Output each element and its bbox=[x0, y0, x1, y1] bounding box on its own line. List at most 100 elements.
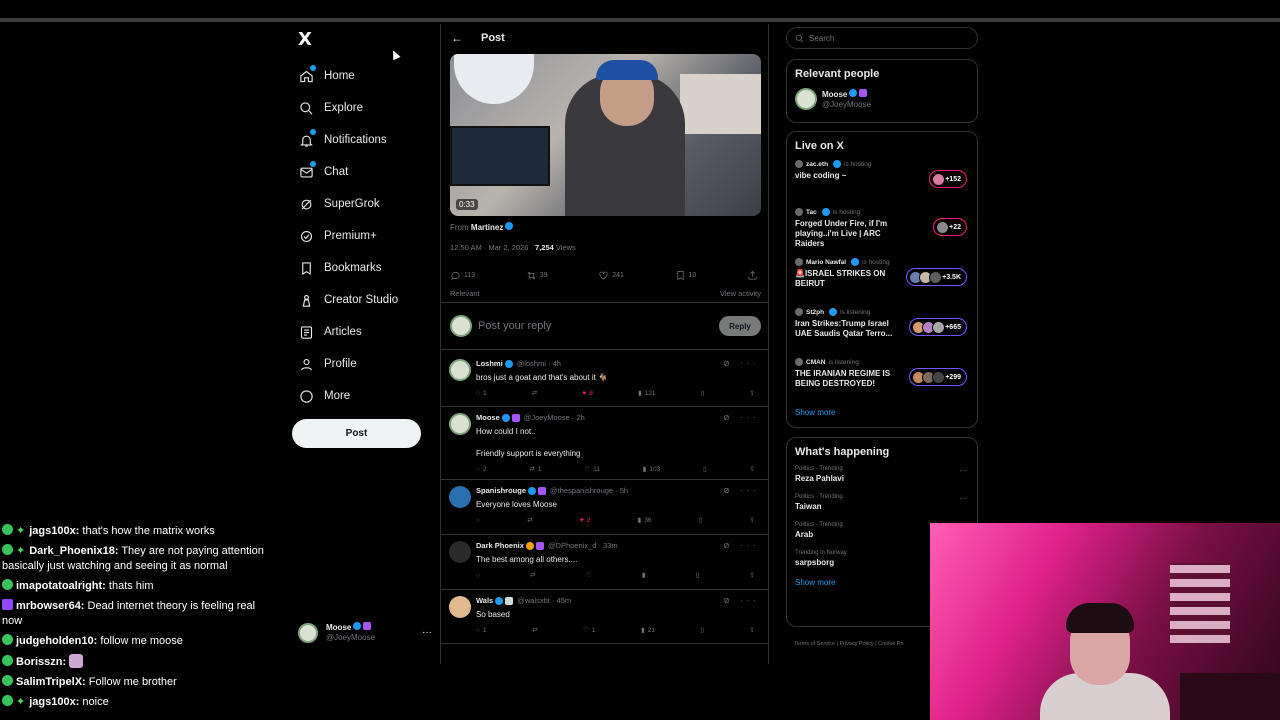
verified-icon bbox=[821, 208, 830, 216]
share-icon[interactable]: ⇪ bbox=[750, 465, 755, 473]
share-icon[interactable]: ⇪ bbox=[750, 571, 755, 579]
live-title: vibe coding ~ bbox=[795, 171, 847, 180]
heart-icon[interactable]: ♥ 8 bbox=[582, 389, 592, 397]
live-space-item[interactable]: Mario Nawfal is hosting 🚨ISRAEL STRIKES O… bbox=[795, 258, 969, 300]
repost-icon[interactable]: ⇄ bbox=[530, 571, 535, 579]
heart-icon[interactable]: ♡ 11 bbox=[584, 465, 600, 474]
reply-icon[interactable]: ○ 1 bbox=[476, 389, 487, 397]
post-meta: 12:50 AM · Mar 2, 2026 · 7,254 Views bbox=[450, 243, 576, 252]
bookmark-icon[interactable]: ▯ bbox=[696, 571, 700, 579]
avatar bbox=[449, 486, 471, 508]
person-name: Moose bbox=[822, 89, 848, 99]
live-space-item[interactable]: Tac is hosting Forged Under Fire, if I'm … bbox=[795, 208, 969, 250]
live-space-item[interactable]: St2ph is listening Iran Strikes:Trump Isr… bbox=[795, 308, 969, 350]
kick-badge-icon bbox=[2, 524, 13, 535]
reply-icon[interactable]: ○ 2 bbox=[476, 465, 487, 473]
grok-ellipsis-icons[interactable]: ⊘ ··· bbox=[723, 359, 760, 368]
grok-ellipsis-icons[interactable]: ⊘ ··· bbox=[723, 413, 760, 422]
trend-item[interactable]: Politics · Trending Taiwan ··· bbox=[795, 494, 969, 511]
table-row[interactable]: ⊘ ··· Dark Phoenix @DPhoenix_d · 33m The … bbox=[441, 535, 768, 590]
heart-icon[interactable]: ♥ 2 bbox=[580, 516, 590, 524]
like-stat[interactable]: 241 bbox=[598, 270, 624, 281]
bookmark-stat[interactable]: 10 bbox=[675, 270, 696, 281]
trend-item[interactable]: Politics · Trending Reza Pahlavi ··· bbox=[795, 466, 969, 483]
reply-author[interactable]: Spanishrouge bbox=[476, 486, 526, 495]
reply-icon[interactable]: ○ 1 bbox=[476, 626, 487, 634]
bookmark-icon[interactable]: ▯ bbox=[700, 626, 704, 634]
reply-icon[interactable]: ○ bbox=[476, 571, 480, 579]
nav-articles[interactable]: Articles bbox=[298, 316, 398, 348]
bookmark-icon[interactable]: ▯ bbox=[701, 389, 705, 397]
nav-explore[interactable]: Explore bbox=[298, 92, 398, 124]
search-input[interactable]: Search bbox=[786, 27, 978, 49]
views-icon[interactable]: ▮ 21 bbox=[641, 626, 655, 635]
reply-actions: ○ ⇄ ♡ ▮ ▯ ⇪ bbox=[476, 571, 761, 580]
source-name[interactable]: Martinez bbox=[471, 223, 503, 232]
bookmark-icon[interactable]: ▯ bbox=[699, 516, 703, 524]
table-row[interactable]: ⊘ ··· Loshmi @loshmi · 4h bros just a goa… bbox=[441, 353, 768, 407]
share-icon[interactable]: ⇪ bbox=[750, 516, 755, 524]
view-activity-link[interactable]: View activity bbox=[720, 289, 761, 298]
table-row[interactable]: ⊘ ··· Spanishrouge @thespanishrouge · 5h … bbox=[441, 480, 768, 535]
views-icon[interactable]: ▮ 36 bbox=[638, 516, 652, 525]
nav-profile[interactable]: Profile bbox=[298, 348, 398, 380]
views-icon[interactable]: ▮ 121 bbox=[638, 389, 655, 398]
live-space-item[interactable]: zac.eth is hosting vibe coding ~ +152 bbox=[795, 160, 969, 200]
reply-author[interactable]: Moose bbox=[476, 413, 500, 422]
video-player[interactable]: 0:33 bbox=[450, 54, 761, 216]
account-switcher[interactable]: Moose @JoeyMoose ··· bbox=[298, 622, 432, 643]
ellipsis-icon[interactable]: ··· bbox=[959, 466, 967, 475]
reply-input[interactable]: Post your reply bbox=[478, 320, 551, 332]
ellipsis-icon[interactable]: ··· bbox=[422, 627, 432, 638]
heart-icon[interactable]: ♡ 1 bbox=[583, 626, 595, 635]
table-row[interactable]: ⊘ ··· Wals @walsxbt · 45m So based ○ 1 ⇄ … bbox=[441, 590, 768, 644]
ellipsis-icon[interactable]: ··· bbox=[959, 494, 967, 503]
nav-home[interactable]: Home bbox=[298, 60, 398, 92]
grok-ellipsis-icons[interactable]: ⊘ ··· bbox=[723, 596, 760, 605]
reply-author[interactable]: Loshmi bbox=[476, 359, 503, 368]
x-logo[interactable]: X bbox=[298, 29, 312, 50]
chat-message: imapotatoalright: thats him bbox=[0, 578, 268, 595]
table-row[interactable]: ⊘ ··· Moose @JoeyMoose · 2h How could I n… bbox=[441, 407, 768, 480]
nav-more[interactable]: More bbox=[298, 380, 398, 412]
repost-icon[interactable]: ⇄ bbox=[532, 389, 537, 397]
reply-button[interactable]: Reply bbox=[719, 316, 761, 336]
share-icon[interactable]: ⇪ bbox=[750, 626, 755, 634]
post-button[interactable]: Post bbox=[292, 419, 421, 448]
repost-icon[interactable]: ⇄ bbox=[532, 626, 537, 634]
nav-chat[interactable]: Chat bbox=[298, 156, 398, 188]
relevant-person[interactable]: Moose @JoeyMoose bbox=[795, 88, 969, 110]
footer-links[interactable]: Terms of Service | Privacy Policy | Cook… bbox=[794, 641, 904, 647]
live-space-item[interactable]: CMAN is listening THE IRANIAN REGIME IS B… bbox=[795, 358, 969, 400]
reply-text: How could I not.. bbox=[476, 427, 536, 436]
bookmark-icon[interactable]: ▯ bbox=[703, 465, 707, 473]
grok-ellipsis-icons[interactable]: ⊘ ··· bbox=[723, 541, 760, 550]
nav-premium[interactable]: Premium+ bbox=[298, 220, 398, 252]
nav-creator-studio[interactable]: Creator Studio bbox=[298, 284, 398, 316]
nav-notifications[interactable]: Notifications bbox=[298, 124, 398, 156]
show-more-link[interactable]: Show more bbox=[795, 408, 969, 417]
bell-icon bbox=[298, 129, 316, 148]
repost-icon[interactable]: ⇄ bbox=[527, 516, 532, 524]
share-icon[interactable]: ⇪ bbox=[750, 389, 755, 397]
reply-author[interactable]: Dark Phoenix bbox=[476, 541, 524, 550]
views-icon[interactable]: ▮ bbox=[642, 571, 646, 579]
share-stat[interactable] bbox=[747, 270, 761, 281]
premium-icon bbox=[298, 228, 314, 244]
views-icon[interactable]: ▮ 103 bbox=[643, 465, 660, 474]
sort-dropdown[interactable]: Relevant bbox=[450, 289, 480, 298]
repost-stat[interactable]: 39 bbox=[526, 270, 548, 281]
reply-icon[interactable]: ○ bbox=[476, 516, 480, 524]
nav-bookmarks[interactable]: Bookmarks bbox=[298, 252, 398, 284]
nav-premium-label: Premium+ bbox=[324, 230, 377, 242]
nav-supergrok[interactable]: SuperGrok bbox=[298, 188, 398, 220]
back-arrow-icon[interactable]: ← bbox=[451, 31, 463, 45]
relevant-people-card: Relevant people Moose @JoeyMoose bbox=[786, 59, 978, 123]
reply-stat[interactable]: 113 bbox=[450, 270, 475, 281]
repost-icon[interactable]: ⇄ 1 bbox=[529, 465, 541, 474]
heart-icon[interactable]: ♡ bbox=[586, 571, 592, 579]
chat-message: judgeholden10: follow me moose bbox=[0, 633, 268, 650]
reply-author[interactable]: Wals bbox=[476, 596, 493, 605]
articles-icon bbox=[298, 324, 314, 340]
grok-ellipsis-icons[interactable]: ⊘ ··· bbox=[723, 486, 760, 495]
